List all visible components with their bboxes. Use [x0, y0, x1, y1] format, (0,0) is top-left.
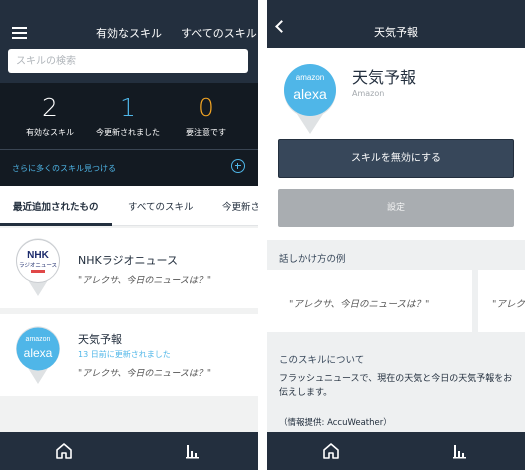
svg-text:alexa: alexa [293, 86, 327, 102]
skill-name: 天気予報 [352, 68, 417, 87]
disable-skill-button[interactable]: スキルを無効にする [278, 139, 514, 178]
active-tab-indicator [0, 223, 112, 226]
amazon-alexa-weather-icon: amazon alexa [16, 326, 61, 384]
bar-chart-icon[interactable] [450, 441, 470, 461]
detail-header: 天気予報 [267, 0, 525, 48]
svg-text:ラジオニュース: ラジオニュース [19, 262, 57, 269]
settings-button[interactable]: 設定 [278, 189, 514, 227]
data-credit: （情報提供: AccuWeather） [279, 418, 392, 428]
skill-phrase: "アレクサ、今日のニュースは？" [78, 369, 212, 379]
page-title: 天気予報 [374, 26, 418, 39]
tab-all-skills[interactable]: すべてのスキル [128, 199, 193, 213]
tab-updated[interactable]: 今更新さ [222, 199, 258, 213]
add-circle-icon[interactable] [231, 159, 245, 173]
app-header: 有効なスキル すべてのスキル 2 有効なスキル 1 今更新されました 0 要注意… [0, 0, 258, 186]
example-phrase: "アレクサ、今日のニュースは？" [289, 299, 430, 310]
stat-updated-label: 今更新されました [96, 128, 160, 137]
amazon-alexa-weather-icon: amazon alexa [284, 64, 336, 134]
skill-tabs: 最近追加されたもの すべてのスキル 今更新さ [0, 186, 258, 226]
bottom-nav [267, 432, 525, 470]
stat-enabled[interactable]: 2 有効なスキル [7, 91, 93, 138]
enabled-skills-link[interactable]: 有効なスキル [96, 25, 162, 41]
skill-stats-panel: 2 有効なスキル 1 今更新されました 0 要注意です さらに多くのスキル見つけ… [0, 83, 258, 186]
stat-attention[interactable]: 0 要注意です [163, 91, 249, 138]
find-more-skills-link[interactable]: さらに多くのスキル見つける [12, 163, 116, 174]
example-phrase: "アレク [492, 299, 525, 310]
stat-attention-label: 要注意です [186, 128, 226, 137]
home-icon[interactable] [321, 441, 341, 461]
home-icon[interactable] [54, 441, 74, 461]
svg-text:alexa: alexa [24, 346, 53, 360]
bar-chart-icon[interactable] [183, 441, 203, 461]
svg-text:amazon: amazon [296, 73, 324, 82]
stat-updated[interactable]: 1 今更新されました [85, 91, 171, 138]
search-box [8, 49, 248, 74]
skill-search-input[interactable] [8, 49, 248, 74]
skill-detail-screen: 天気予報 amazon alexa 天気予報 Amazon スキルを無効にする … [267, 0, 525, 470]
bottom-nav [0, 432, 258, 470]
example-phrase-card[interactable]: "アレクサ、今日のニュースは？" [267, 270, 472, 332]
about-description: フラッシュニュースで、現在の天気と今日の天気予報をお伝えします。 [279, 374, 513, 398]
stat-enabled-label: 有効なスキル [26, 128, 74, 137]
skill-updated-date: 13 日前に更新されました [78, 350, 171, 359]
skill-phrase: "アレクサ、今日のニュースは？" [78, 276, 212, 286]
stats-divider [0, 149, 258, 150]
stat-updated-value: 1 [120, 93, 136, 122]
nhk-radio-news-icon: NHK ラジオニュース [16, 238, 61, 296]
about-heading: このスキルについて [279, 355, 365, 366]
examples-heading: 話しかけ方の例 [279, 254, 346, 265]
stat-attention-value: 0 [198, 93, 214, 122]
all-skills-link[interactable]: すべてのスキル [181, 25, 257, 41]
hamburger-menu-icon[interactable] [12, 27, 27, 39]
skill-card-nhk[interactable]: NHK ラジオニュース NHKラジオニュース "アレクサ、今日のニュースは？" [0, 228, 258, 308]
tab-recently-added[interactable]: 最近追加されたもの [13, 199, 99, 213]
example-phrase-card[interactable]: "アレク [478, 270, 525, 332]
skill-title: NHKラジオニュース [78, 254, 178, 267]
stat-enabled-value: 2 [42, 93, 58, 122]
svg-text:amazon: amazon [26, 336, 51, 343]
svg-text:NHK: NHK [27, 250, 49, 261]
skill-title: 天気予報 [78, 333, 122, 346]
skills-list-screen: 有効なスキル すべてのスキル 2 有効なスキル 1 今更新されました 0 要注意… [0, 0, 258, 470]
skill-card-weather[interactable]: amazon alexa 天気予報 13 日前に更新されました "アレクサ、今日… [0, 314, 258, 396]
skill-publisher[interactable]: Amazon [352, 89, 384, 98]
